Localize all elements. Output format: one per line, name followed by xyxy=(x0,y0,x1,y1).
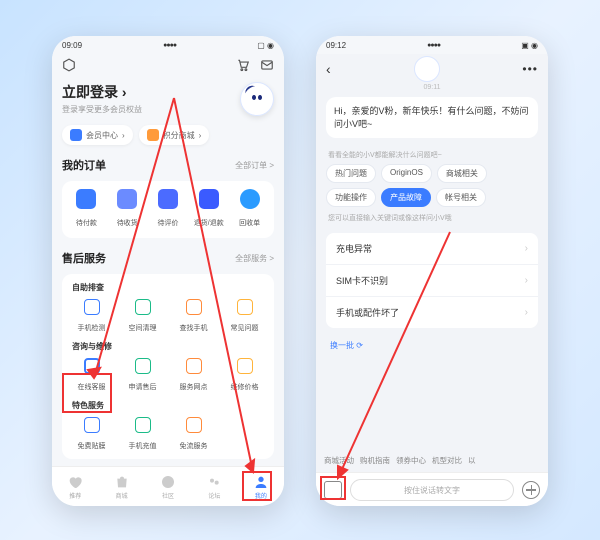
voice-input-field[interactable]: 按住说话转文字 xyxy=(350,479,514,501)
chip-account[interactable]: 帐号相关 xyxy=(436,188,486,207)
tag-item[interactable]: 以 xyxy=(468,455,476,466)
order-pending-pay[interactable]: 待付款 xyxy=(66,189,107,230)
status-icons: ●●●● xyxy=(163,42,176,49)
svc-space-clean[interactable]: 空间清理 xyxy=(117,295,168,339)
tab-community[interactable]: 社区 xyxy=(145,467,191,506)
tab-mall[interactable]: 商城 xyxy=(98,467,144,506)
faq-row[interactable]: 手机或配件坏了› xyxy=(326,297,538,328)
bot-avatar xyxy=(414,56,440,82)
service-group2-label: 咨询与维修 xyxy=(66,339,270,354)
status-time: 09:12 xyxy=(326,41,346,50)
chevron-right-icon: › xyxy=(525,275,528,286)
settings-hex-icon[interactable] xyxy=(62,58,76,72)
back-icon[interactable]: ‹ xyxy=(326,61,331,77)
status-time: 09:09 xyxy=(62,41,82,50)
tag-item[interactable]: 机型对比 xyxy=(432,455,462,466)
chevron-right-icon: › xyxy=(525,243,528,254)
status-right: ▣ ◉ xyxy=(521,41,538,50)
tag-item[interactable]: 商城活动 xyxy=(324,455,354,466)
svc-find-phone[interactable]: 查找手机 xyxy=(168,295,219,339)
svc-faq[interactable]: 常见问题 xyxy=(219,295,270,339)
svc-apply-aftersale[interactable]: 申请售后 xyxy=(117,354,168,398)
order-pending-review[interactable]: 待评价 xyxy=(148,189,189,230)
member-center-pill[interactable]: 会员中心 › xyxy=(62,125,133,145)
quick-tags: 商城活动 购机指南 领券中心 机型对比 以 xyxy=(316,449,548,472)
order-recycle[interactable]: 回收单 xyxy=(229,189,270,230)
keyboard-icon[interactable] xyxy=(324,481,342,499)
svc-service-point[interactable]: 服务网点 xyxy=(168,354,219,398)
service-more[interactable]: 全部服务 > xyxy=(235,253,274,264)
service-title: 售后服务 xyxy=(62,250,106,266)
orders-title: 我的订单 xyxy=(62,157,106,173)
service-group3-label: 特色服务 xyxy=(66,398,270,413)
chip-mall[interactable]: 商城相关 xyxy=(437,164,487,183)
tag-item[interactable]: 购机指南 xyxy=(360,455,390,466)
tag-item[interactable]: 领券中心 xyxy=(396,455,426,466)
message-icon[interactable] xyxy=(260,58,274,72)
chip-hot[interactable]: 热门问题 xyxy=(326,164,376,183)
chat-timestamp: 09:11 xyxy=(316,84,548,91)
chip-function[interactable]: 功能操作 xyxy=(326,188,376,207)
faq-row[interactable]: SIM卡不识别› xyxy=(326,265,538,297)
points-mall-pill[interactable]: 积分商城 › xyxy=(139,125,210,145)
tab-mine[interactable]: 我的 xyxy=(238,467,284,506)
chevron-right-icon: › xyxy=(525,307,528,318)
bottom-tabbar: 推荐 商城 社区 论坛 我的 xyxy=(52,466,284,506)
plus-icon[interactable] xyxy=(522,481,540,499)
phone-left-profile: 09:09 ●●●● ▢ ◉ 立即登录 › 登录享受更多会员权益 会员中心 › … xyxy=(52,36,284,506)
refresh-link[interactable]: 换一批 ⟳ xyxy=(330,340,534,351)
service-group1-label: 自助排查 xyxy=(66,280,270,295)
status-icons: ●●●● xyxy=(427,42,440,49)
chip-originos[interactable]: OriginOS xyxy=(381,164,432,183)
service-card: 自助排查 手机检测 空间清理 查找手机 常见问题 咨询与维修 在线客服 申请售后… xyxy=(62,274,274,459)
svc-online-support[interactable]: 在线客服 xyxy=(66,354,117,398)
order-pending-receive[interactable]: 待收货 xyxy=(107,189,148,230)
faq-row[interactable]: 充电异常› xyxy=(326,233,538,265)
status-bar: 09:09 ●●●● ▢ ◉ xyxy=(52,36,284,54)
order-refund[interactable]: 退货/退款 xyxy=(188,189,229,230)
avatar[interactable] xyxy=(240,82,274,116)
topic-chips: 热门问题 OriginOS 商城相关 功能操作 产品故障 帐号相关 xyxy=(316,164,548,207)
svc-repair-price[interactable]: 维修价格 xyxy=(219,354,270,398)
phone-right-chat: 09:12 ●●●● ▣ ◉ ‹ ••• 09:11 Hi，亲爱的V粉，新年快乐… xyxy=(316,36,548,506)
cart-icon[interactable] xyxy=(236,58,250,72)
status-right: ▢ ◉ xyxy=(257,41,274,50)
svc-phone-check[interactable]: 手机检测 xyxy=(66,295,117,339)
faq-list: 充电异常› SIM卡不识别› 手机或配件坏了› xyxy=(326,233,538,328)
tab-forum[interactable]: 论坛 xyxy=(191,467,237,506)
svc-recharge[interactable]: 手机充值 xyxy=(117,413,168,457)
chip-fault[interactable]: 产品故障 xyxy=(381,188,431,207)
svc-free-data[interactable]: 免流服务 xyxy=(168,413,219,457)
tab-recommend[interactable]: 推荐 xyxy=(52,467,98,506)
svc-free-film[interactable]: 免费贴膜 xyxy=(66,413,117,457)
orders-more[interactable]: 全部订单 > xyxy=(235,160,274,171)
hint-keyword: 您可以直接输入关键词或像这样问小V哦 xyxy=(328,213,536,223)
orders-row: 待付款 待收货 待评价 退货/退款 回收单 xyxy=(62,181,274,238)
status-bar: 09:12 ●●●● ▣ ◉ xyxy=(316,36,548,54)
greeting-bubble: Hi，亲爱的V粉，新年快乐！有什么问题，不妨问问小V吧~ xyxy=(326,97,538,138)
hint-capabilities: 看看全能的小V都能解决什么问题吧~ xyxy=(328,150,536,160)
more-icon[interactable]: ••• xyxy=(522,62,538,76)
chat-input-bar: 按住说话转文字 xyxy=(316,472,548,506)
